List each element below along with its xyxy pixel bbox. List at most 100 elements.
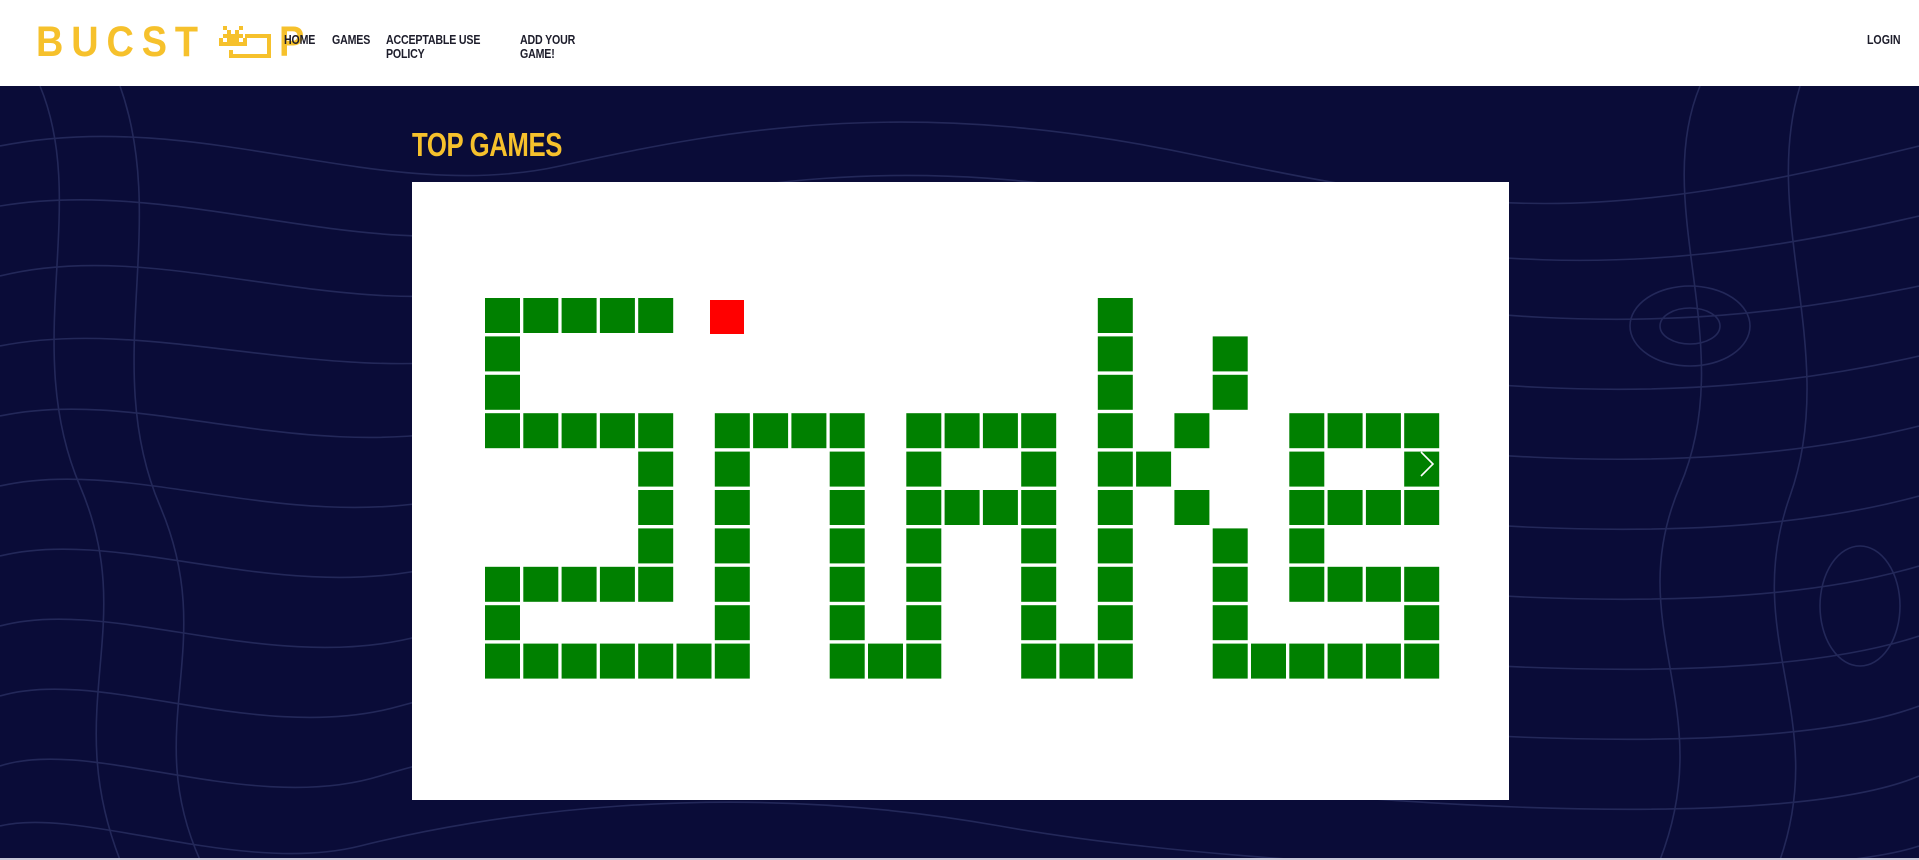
snake-segment (1174, 490, 1210, 525)
snake-segment (1059, 643, 1095, 679)
space-invader-icon (219, 24, 273, 60)
snake-segment (1289, 643, 1325, 679)
snake-segment (599, 413, 635, 449)
snake-segment (485, 566, 520, 602)
snake-segment (1174, 413, 1210, 449)
snake-segment (1289, 490, 1325, 525)
snake-segment (523, 643, 559, 679)
snake-segment (906, 566, 942, 602)
snake-segment (1021, 451, 1057, 487)
snake-segment (561, 298, 597, 333)
snake-segment (1212, 643, 1248, 679)
snake-segment (753, 413, 789, 449)
snake-segment (676, 643, 712, 679)
snake-segment (561, 413, 597, 449)
snake-segment (944, 490, 980, 525)
snake-segment (1212, 336, 1248, 372)
snake-segment (638, 413, 674, 449)
snake-segment (638, 643, 674, 679)
snake-segment (1021, 413, 1057, 449)
snake-segment (1097, 374, 1133, 410)
games-carousel[interactable] (412, 182, 1509, 800)
snake-game-slide[interactable] (412, 182, 1509, 800)
snake-segment (829, 643, 865, 679)
snake-segment (1289, 528, 1325, 564)
chevron-right-icon[interactable] (1412, 444, 1442, 484)
snake-segment (906, 490, 942, 525)
nav-acceptable-use-policy[interactable]: ACCEPTABLE USE POLICY (386, 33, 486, 61)
snake-segment (1097, 566, 1133, 602)
top-navbar: BUCST P HOME GAMES ACCEPTABLE USE POLICY… (0, 0, 1919, 86)
snake-segment (982, 413, 1018, 449)
snake-segment (1251, 643, 1286, 679)
snake-segment (1365, 490, 1401, 525)
snake-segment (638, 528, 674, 564)
snake-segment (829, 490, 865, 525)
snake-segment (1212, 605, 1248, 641)
snake-segment (1327, 566, 1363, 602)
snake-segment (829, 451, 865, 487)
snake-segment (829, 528, 865, 564)
snake-food (710, 300, 744, 334)
snake-segment (868, 643, 903, 679)
snake-segment (599, 298, 635, 333)
snake-segment (638, 490, 674, 525)
login-link[interactable]: LOGIN (1867, 33, 1901, 47)
snake-segment (1327, 490, 1363, 525)
snake-segment (1097, 490, 1133, 525)
snake-segment (982, 490, 1018, 525)
nav-add-your-game[interactable]: ADD YOUR GAME! (520, 33, 597, 61)
main-nav: HOME GAMES ACCEPTABLE USE POLICY ADD YOU… (284, 33, 610, 61)
snake-segment (906, 451, 942, 487)
snake-segment (1404, 490, 1440, 525)
snake-segment (1327, 643, 1363, 679)
snake-segment (523, 566, 559, 602)
snake-segment (1289, 413, 1325, 449)
snake-segment (561, 566, 597, 602)
site-logo[interactable]: BUCST P (36, 20, 308, 64)
snake-segment (714, 605, 750, 641)
snake-segment (1097, 605, 1133, 641)
snake-segment (485, 374, 520, 410)
snake-segment (1097, 643, 1133, 679)
snake-segment (714, 528, 750, 564)
snake-segment (599, 566, 635, 602)
snake-segment (714, 643, 750, 679)
snake-segment (829, 413, 865, 449)
snake-segment (906, 605, 942, 641)
snake-segment (1097, 451, 1133, 487)
snake-segment (1289, 566, 1325, 602)
snake-segment (523, 298, 559, 333)
snake-segment (1021, 605, 1057, 641)
snake-segment (1097, 413, 1133, 449)
snake-segment (638, 298, 674, 333)
snake-segment (1212, 374, 1248, 410)
snake-segment (906, 413, 942, 449)
snake-segment (599, 643, 635, 679)
snake-segment (638, 566, 674, 602)
snake-segment (1021, 528, 1057, 564)
snake-segment (1021, 566, 1057, 602)
snake-segment (906, 643, 942, 679)
snake-segment (1365, 413, 1401, 449)
snake-segment (714, 413, 750, 449)
nav-games[interactable]: GAMES (332, 33, 370, 61)
snake-segment (485, 413, 520, 449)
snake-segment (485, 605, 520, 641)
snake-segment (714, 566, 750, 602)
snake-segment (1327, 413, 1363, 449)
snake-segment (1021, 643, 1057, 679)
snake-segment (1021, 490, 1057, 525)
snake-segment (1289, 451, 1325, 487)
snake-segment (561, 643, 597, 679)
snake-segment (485, 643, 520, 679)
snake-segment (638, 451, 674, 487)
snake-segment (1097, 336, 1133, 372)
snake-segment (829, 605, 865, 641)
snake-segment (1404, 643, 1440, 679)
logo-text: BUCST (36, 17, 206, 66)
nav-home[interactable]: HOME (284, 33, 315, 61)
snake-segment (1212, 566, 1248, 602)
snake-segment (485, 298, 520, 333)
snake-segment (1404, 413, 1440, 449)
